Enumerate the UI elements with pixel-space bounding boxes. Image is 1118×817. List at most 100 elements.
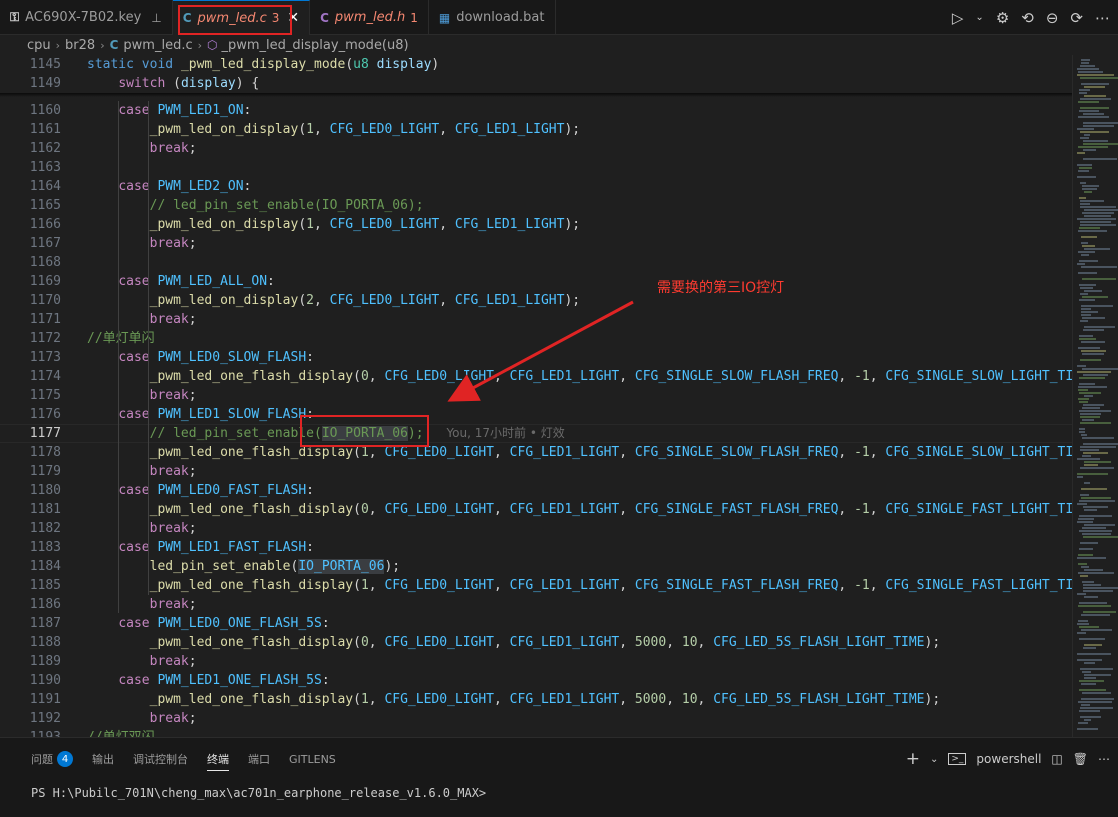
code-line[interactable]: 1165 // led_pin_set_enable(IO_PORTA_06);: [0, 196, 1072, 215]
code-text: case PWM_LED1_ONE_FLASH_5S:: [87, 671, 329, 690]
breadcrumb-cpu[interactable]: cpu: [27, 38, 51, 53]
minimap-line: [1081, 62, 1089, 64]
pin-icon[interactable]: ⊥: [151, 11, 161, 25]
git-commit-icon[interactable]: ⊖: [1046, 9, 1059, 27]
code-line[interactable]: 1181 _pwm_led_one_flash_display(0, CFG_L…: [0, 500, 1072, 519]
terminal-prompt[interactable]: PS H:\Pubilc_701N\cheng_max\ac701n_earph…: [31, 786, 486, 800]
code-token: //单灯单闪: [87, 331, 155, 346]
code-line[interactable]: 1163: [0, 158, 1072, 177]
code-line[interactable]: 1162 break;: [0, 139, 1072, 158]
breadcrumb-br28[interactable]: br28: [65, 38, 95, 53]
minimap-line: [1084, 95, 1106, 97]
tab-output[interactable]: 输出: [92, 738, 114, 780]
minimap-line: [1077, 521, 1093, 523]
tab-gitlens[interactable]: GITLENS: [289, 738, 336, 780]
go-forward-icon[interactable]: ⟳: [1070, 9, 1083, 27]
code-line[interactable]: 1164 case PWM_LED2_ON:: [0, 177, 1072, 196]
code-line[interactable]: 1190 case PWM_LED1_ONE_FLASH_5S:: [0, 671, 1072, 690]
minimap-line: [1079, 638, 1105, 640]
tab-pwm-led-h[interactable]: C pwm_led.h 1: [310, 0, 429, 35]
split-terminal-icon[interactable]: ◫: [1051, 752, 1062, 766]
minimap-line: [1084, 662, 1095, 664]
code-text: break;: [87, 519, 197, 538]
tab-debug-console[interactable]: 调试控制台: [133, 738, 188, 780]
minimap-line: [1084, 215, 1111, 217]
sticky-scroll-line[interactable]: 1145 static void _pwm_led_display_mode(u8…: [0, 55, 1072, 74]
sticky-scroll-line[interactable]: 1149 switch (display) {: [0, 74, 1072, 93]
code-line[interactable]: 1171 break;: [0, 310, 1072, 329]
code-line[interactable]: 1169 case PWM_LED_ALL_ON:: [0, 272, 1072, 291]
gear-icon[interactable]: ⚙: [996, 9, 1009, 27]
code-token: CFG_LED0_LIGHT: [384, 635, 495, 650]
breadcrumb-file[interactable]: pwm_led.c: [123, 38, 192, 53]
tab-pwm-led-c[interactable]: C pwm_led.c 3 ✕: [172, 0, 311, 35]
code-token: ,: [619, 445, 635, 460]
tab-download-bat[interactable]: ▦ download.bat: [429, 0, 556, 35]
code-line[interactable]: 1185 _pwm_led_one_flash_display(1, CFG_L…: [0, 576, 1072, 595]
new-terminal-icon[interactable]: +: [906, 749, 920, 769]
code-line[interactable]: 1183 case PWM_LED1_FAST_FLASH:: [0, 538, 1072, 557]
code-line[interactable]: 1182 break;: [0, 519, 1072, 538]
chevron-down-icon[interactable]: ⌄: [975, 12, 983, 23]
code-line[interactable]: 1191 _pwm_led_one_flash_display(1, CFG_L…: [0, 690, 1072, 709]
code-line[interactable]: 1178 _pwm_led_one_flash_display(1, CFG_L…: [0, 443, 1072, 462]
tab-ac690x-key[interactable]: ⚿ AC690X-7B02.key ⊥: [0, 0, 173, 35]
code-line[interactable]: 1177 // led_pin_set_enable(IO_PORTA_06);…: [0, 424, 1072, 443]
trash-icon[interactable]: 🗑: [1073, 752, 1088, 766]
code-line[interactable]: 1167 break;: [0, 234, 1072, 253]
code-line[interactable]: 1170 _pwm_led_on_display(2, CFG_LED0_LIG…: [0, 291, 1072, 310]
code-line[interactable]: 1166 _pwm_led_on_display(1, CFG_LED0_LIG…: [0, 215, 1072, 234]
code-line[interactable]: 1176 case PWM_LED1_SLOW_FLASH:: [0, 405, 1072, 424]
tab-label: 调试控制台: [133, 753, 188, 766]
minimap-line: [1077, 176, 1096, 178]
code-text: break;: [87, 595, 197, 614]
code-token: ,: [838, 502, 855, 517]
code-text: case PWM_LED_ALL_ON:: [87, 272, 275, 291]
indent-guide: [148, 101, 149, 595]
minimap-line: [1077, 74, 1114, 76]
code-line[interactable]: 1188 _pwm_led_one_flash_display(0, CFG_L…: [0, 633, 1072, 652]
minimap-line: [1077, 632, 1086, 634]
code-line[interactable]: 1160 case PWM_LED1_ON:: [0, 101, 1072, 120]
tab-problems[interactable]: 问题 4: [31, 738, 73, 780]
more-actions-icon[interactable]: ⋯: [1098, 752, 1110, 766]
code-line[interactable]: 1175 break;: [0, 386, 1072, 405]
tab-terminal[interactable]: 终端: [207, 738, 229, 780]
code-token: ,: [368, 369, 385, 384]
code-line[interactable]: 1172 //单灯单闪: [0, 329, 1072, 348]
minimap-line: [1081, 488, 1107, 490]
code-line[interactable]: 1180 case PWM_LED0_FAST_FLASH:: [0, 481, 1072, 500]
code-token: switch: [118, 76, 174, 91]
line-number: 1175: [29, 388, 61, 403]
chevron-down-icon[interactable]: ⌄: [930, 754, 938, 765]
tab-ports[interactable]: 端口: [248, 738, 270, 780]
code-line[interactable]: 1173 case PWM_LED0_SLOW_FLASH:: [0, 348, 1072, 367]
run-debug-icon[interactable]: ▷: [952, 9, 964, 27]
breadcrumb-symbol[interactable]: _pwm_led_display_mode(u8): [222, 38, 409, 53]
terminal-shell-name[interactable]: powershell: [976, 752, 1041, 766]
code-line[interactable]: 1168: [0, 253, 1072, 272]
code-line[interactable]: 1186 break;: [0, 595, 1072, 614]
code-line[interactable]: 1161 _pwm_led_on_display(1, CFG_LED0_LIG…: [0, 120, 1072, 139]
code-text: static void _pwm_led_display_mode(u8 dis…: [87, 55, 439, 74]
code-editor[interactable]: 1145 static void _pwm_led_display_mode(u8…: [0, 55, 1072, 737]
minimap-line: [1079, 335, 1093, 337]
code-token: -1: [854, 578, 870, 593]
code-line[interactable]: 1193 //单灯双闪: [0, 728, 1072, 737]
code-line[interactable]: 1187 case PWM_LED0_ONE_FLASH_5S:: [0, 614, 1072, 633]
more-actions-icon[interactable]: ⋯: [1095, 9, 1110, 27]
minimap-line: [1079, 602, 1107, 604]
code-line[interactable]: 1179 break;: [0, 462, 1072, 481]
minimap-line: [1083, 452, 1108, 454]
code-line[interactable]: 1174 _pwm_led_one_flash_display(0, CFG_L…: [0, 367, 1072, 386]
code-line[interactable]: 1184 led_pin_set_enable(IO_PORTA_06);: [0, 557, 1072, 576]
go-back-icon[interactable]: ⟲: [1021, 9, 1034, 27]
minimap[interactable]: [1072, 55, 1118, 737]
code-token: 10: [681, 692, 698, 707]
minimap-line: [1079, 110, 1099, 112]
git-blame-annotation[interactable]: You, 17小时前 • 灯效: [424, 426, 564, 440]
code-line[interactable]: 1189 break;: [0, 652, 1072, 671]
code-token: (: [353, 445, 361, 460]
close-icon[interactable]: ✕: [287, 10, 299, 26]
code-line[interactable]: 1192 break;: [0, 709, 1072, 728]
